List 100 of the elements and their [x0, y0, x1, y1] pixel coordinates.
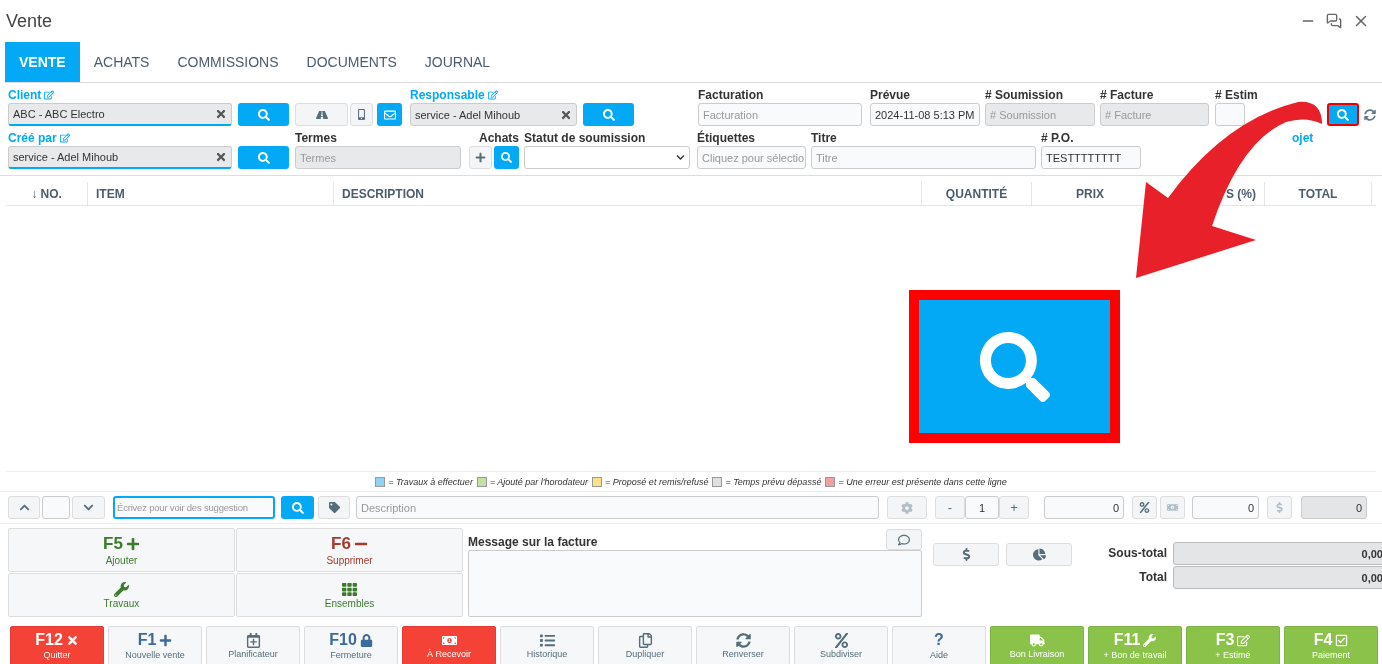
line-number-field[interactable] [42, 496, 70, 519]
quantity-field[interactable]: 1 [965, 496, 999, 519]
search-icon [257, 108, 270, 121]
search-button[interactable] [238, 146, 289, 169]
tags-select[interactable]: Cliquez pour sélectio [697, 146, 806, 169]
description-field[interactable]: Description [356, 496, 879, 519]
email-button[interactable] [377, 103, 402, 126]
footer-button[interactable]: Renverser [696, 626, 790, 664]
percent-icon [833, 632, 849, 648]
plus-icon [475, 152, 486, 163]
search-button[interactable] [281, 496, 314, 519]
footer-button[interactable]: Historique [500, 626, 594, 664]
field-label: Responsable [410, 87, 485, 103]
action-button[interactable]: Ensembles [236, 573, 463, 617]
edit-icon [1237, 633, 1251, 647]
action-button[interactable]: F6 Supprimer [236, 528, 463, 572]
clear-icon[interactable] [215, 151, 227, 163]
percent-icon [1139, 502, 1150, 513]
discount-field[interactable]: 0 [1044, 496, 1124, 519]
search-button[interactable] [583, 103, 634, 126]
message-label: Message sur la facture [468, 534, 598, 550]
legend-label: = Une erreur est présente dans cette ligne [838, 476, 1007, 487]
client-field[interactable]: ABC - ABC Electro [8, 103, 232, 126]
add-button[interactable] [469, 146, 492, 169]
percent-button[interactable] [1132, 496, 1157, 519]
column-header: QUANTITÉ [922, 182, 1032, 205]
legend-label: = Proposé et remis/refusé [605, 476, 709, 487]
list-icon [539, 632, 555, 648]
field-label: Prévue [870, 87, 911, 103]
footer-button[interactable]: Dupliquer [598, 626, 692, 664]
caret-icon [676, 153, 685, 162]
action-button[interactable]: Travaux [8, 573, 235, 617]
search-button[interactable] [238, 103, 289, 126]
total-label: Total [1138, 569, 1167, 586]
title-field[interactable]: Titre [811, 146, 1036, 169]
suggestion-field[interactable]: Écrivez pour voir des suggestion [113, 496, 275, 519]
footer-button[interactable]: À Recevoir [402, 626, 496, 664]
comment-button[interactable] [886, 529, 922, 550]
chart-button[interactable] [1006, 543, 1072, 566]
tag-button[interactable] [318, 496, 350, 519]
calendar-icon [245, 632, 261, 648]
plus-icon [159, 633, 173, 647]
facturation-field[interactable]: Facturation [698, 103, 862, 126]
wrench-icon [1143, 633, 1157, 647]
checkbox-icon [1335, 633, 1349, 647]
route-button[interactable] [295, 103, 348, 126]
refresh-icon[interactable] [1364, 108, 1376, 121]
responsable-field[interactable]: service - Adel Mihoub [410, 103, 577, 126]
search-icon [257, 151, 270, 164]
footer-button[interactable]: Planificateur [206, 626, 300, 664]
footer-button[interactable]: F12 Quitter [10, 626, 104, 664]
po-field[interactable]: TESTTTTTTTT [1041, 146, 1141, 169]
search-icon [1337, 108, 1349, 121]
field-label: Termes [295, 130, 337, 146]
total-value: 0,00 [1173, 542, 1382, 565]
down-button[interactable] [72, 496, 105, 519]
footer-button[interactable]: Subdiviser [794, 626, 888, 664]
message-field[interactable] [468, 550, 922, 617]
field-label: # Soumission [985, 87, 1064, 103]
field-label: ojet [1292, 131, 1314, 145]
road-icon [315, 108, 328, 121]
action-button[interactable]: F5 Ajouter [8, 528, 235, 572]
chevron-down-icon [83, 502, 94, 513]
phone-button[interactable] [350, 103, 373, 126]
grid-icon [342, 581, 357, 597]
dollar-button[interactable] [933, 543, 999, 566]
estimate-field[interactable] [1215, 103, 1245, 126]
tag-icon [328, 502, 340, 513]
field-label: Achats [479, 130, 519, 146]
field-label: Titre [811, 130, 837, 146]
tab[interactable]: DOCUMENTS [292, 42, 411, 82]
footer-button[interactable]: F10 Fermeture [304, 626, 398, 664]
field-label: Client [8, 87, 42, 103]
comment-icon [898, 533, 910, 546]
search-button[interactable] [494, 146, 519, 169]
up-button[interactable] [8, 496, 40, 519]
footer-button[interactable]: F1 Nouvelle vente [108, 626, 202, 664]
edit-icon [59, 133, 70, 143]
increase-button[interactable]: + [999, 496, 1029, 519]
chat-icon[interactable] [1326, 13, 1342, 29]
legend-label: = Temps prévu dépassé [725, 476, 822, 487]
plus-icon [125, 537, 140, 551]
pie-chart-icon [1032, 548, 1046, 561]
tab[interactable]: ACHATS [79, 42, 164, 82]
creator-field[interactable]: service - Adel Mihoub [8, 146, 232, 169]
legend-label: = Travaux à effectuer [388, 476, 473, 487]
date-field[interactable]: 2024-11-08 5:13 PM [870, 103, 980, 126]
tab[interactable]: JOURNAL [410, 42, 505, 82]
clear-icon[interactable] [560, 108, 572, 121]
column-header: DESCRIPTION [334, 182, 922, 205]
clear-icon[interactable] [215, 108, 227, 120]
gear-icon [901, 501, 913, 514]
search-button[interactable] [1327, 103, 1359, 126]
legend-label: = Ajouté par l'horodateur [489, 476, 589, 487]
tab[interactable]: COMMISSIONS [163, 42, 293, 82]
edit-icon [44, 90, 55, 100]
decrease-button[interactable]: - [935, 496, 965, 519]
footer-button[interactable]: ? Aide [892, 626, 986, 664]
line-total-field: 0 [1301, 496, 1367, 519]
cost-field[interactable]: 0 [1192, 496, 1259, 519]
